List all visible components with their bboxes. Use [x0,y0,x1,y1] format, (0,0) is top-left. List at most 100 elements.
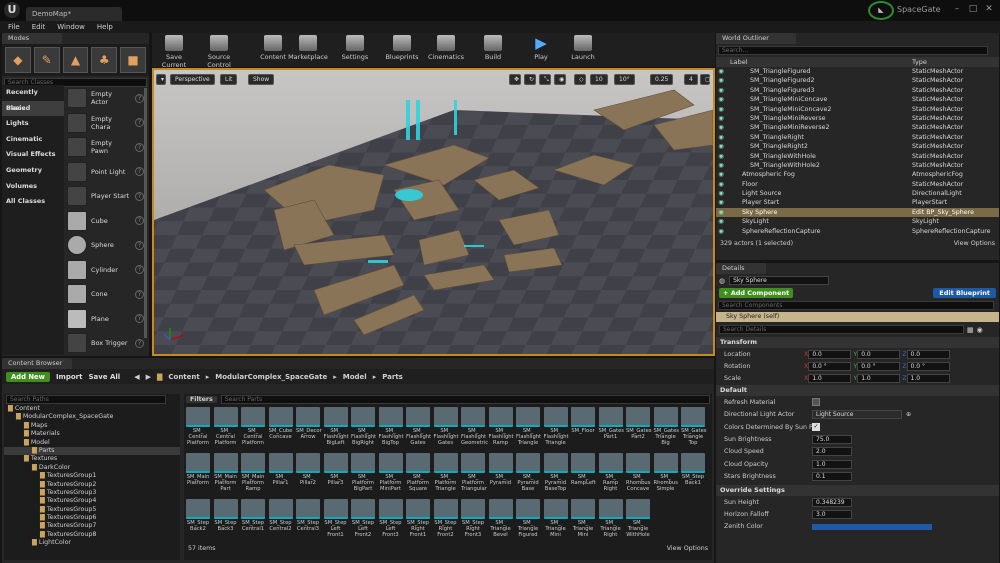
marketplace-button[interactable]: Marketplace [288,35,328,61]
asset-tile[interactable]: SM_Step Right Front1 [406,499,430,538]
asset-tile[interactable]: SM_Step Central2 [268,499,293,537]
folder-item[interactable]: ▇ LightColor [4,539,180,547]
rotation-y-field[interactable]: 0.0 ° [857,362,901,372]
world-outliner-tab[interactable]: World Outliner [716,33,796,44]
help-icon[interactable]: ? [135,314,144,324]
outliner-row[interactable]: ◉ Light Source DirectionalLight [716,189,999,198]
outliner-row[interactable]: ◉ SM_TriangleFigured3 StaticMeshActor [716,86,999,95]
outliner-view-options[interactable]: View Options [954,240,995,247]
eye-icon[interactable]: ◉ [716,217,726,226]
outliner-row[interactable]: ◉ Player Start PlayerStart [716,198,999,207]
location-y-field[interactable]: 0.0 [857,349,901,359]
breadcrumb-modularcomplex[interactable]: ModularComplex_SpaceGate [215,373,327,381]
asset-tile[interactable]: SM_ Central Platform [241,407,265,446]
actor-item[interactable]: Cube? [67,209,145,234]
type-column-header[interactable]: Type [912,58,927,66]
asset-tile[interactable]: SM_ Triangle Mini [571,499,595,538]
source-control-status-icon[interactable]: ◣ [868,1,894,20]
sun-brightness-field[interactable]: 75.0 [812,435,852,445]
eye-icon[interactable]: ◉ [716,105,726,114]
asset-tile[interactable]: SM_ Pillar1 [268,453,293,491]
asset-tile[interactable]: SM_ Flashlight Triangle [543,407,569,446]
picker-icon[interactable]: ⊕ [906,411,911,418]
launch-button[interactable]: Launch [568,35,598,61]
play-button[interactable]: ▶ Play [528,35,554,61]
asset-tile[interactable]: SM_ Flashlight BigLeft [323,407,349,446]
eye-icon[interactable]: ◉ [977,326,983,334]
zenith-color-swatch[interactable] [812,523,932,530]
asset-tile[interactable]: SM_Step Central3 [296,499,320,537]
asset-tile[interactable]: SM_ Platform Triangle [433,453,458,492]
actor-item[interactable]: Empty Pawn? [67,135,145,160]
asset-tile[interactable]: SM_ Flashlight Triangle [516,407,541,446]
outliner-row[interactable]: ◉ SM_TriangleRight StaticMeshActor [716,133,999,142]
asset-tile[interactable]: SM_ Flashlight Geometric [461,407,488,446]
asset-tile[interactable]: SM_ Triangle Right [598,499,623,538]
eye-icon[interactable]: ◉ [716,95,726,104]
asset-tile[interactable]: SM_ Triangle WithHole [626,499,650,538]
actor-item[interactable]: Empty Actor? [67,86,145,111]
asset-tile[interactable]: SM_ Flashlight Gates [406,407,431,446]
details-tab[interactable]: Details [716,263,766,274]
outliner-row[interactable]: ◉ SM_TriangleMiniConcave2 StaticMeshActor [716,105,999,114]
rotate-icon[interactable]: ↻ [524,74,536,85]
location-x-field[interactable]: 0.0 [808,349,852,359]
stars-brightness-field[interactable]: 0.1 [812,472,852,482]
place-mode-icon[interactable]: ◆ [5,47,31,73]
help-icon[interactable]: ? [135,142,144,152]
outliner-row[interactable]: ◉ Floor StaticMeshActor [716,180,999,189]
viewport-options-button[interactable]: ▾ [156,74,166,85]
asset-tile[interactable]: SM_Floor [571,407,595,445]
save-all-button[interactable]: Save All [88,373,120,381]
outliner-search-input[interactable]: Search... [718,46,988,55]
asset-tile[interactable]: SM_Cube Concave [268,407,293,445]
cloud-speed-field[interactable]: 2.0 [812,447,852,457]
menu-edit[interactable]: Edit [32,23,46,31]
actor-item[interactable]: Player Start? [67,184,145,209]
horizon-falloff-field[interactable]: 3.0 [812,509,852,519]
help-icon[interactable]: ? [135,191,144,201]
world-local-icon[interactable]: ◉ [554,74,566,85]
level-tab[interactable]: DemoMap* [26,7,122,21]
show-button[interactable]: Show [248,74,275,85]
category-all-classes[interactable]: All Classes [2,194,64,210]
scale-icon[interactable]: ⤡ [539,74,551,85]
asset-tile[interactable]: SM_ Pyramid BaseTop [543,453,568,492]
asset-tile[interactable]: SM_Step Right Front3 [461,499,485,538]
folder-item[interactable]: ▇ Content [4,405,180,413]
help-icon[interactable]: ? [135,338,144,348]
asset-tile[interactable]: SM_ Rhombus Simple [653,453,678,492]
forward-icon[interactable]: ▶ [146,373,151,381]
directional-light-dropdown[interactable]: Light Source [812,410,902,420]
lit-mode-button[interactable]: Lit [220,74,238,85]
asset-tile[interactable]: SM_Main Platform Part [213,453,238,492]
asset-tile[interactable]: SM_Step Right Front2 [433,499,458,538]
eye-icon[interactable]: ◉ [716,123,726,132]
outliner-row[interactable]: ◉ SM_TriangleMiniConcave StaticMeshActor [716,95,999,104]
import-button[interactable]: Import [56,373,83,381]
scale-snap-value[interactable]: 0.25 [650,74,674,85]
outliner-row[interactable]: ◉ SM_TriangleWithHole StaticMeshActor [716,152,999,161]
geometry-mode-icon[interactable]: ■ [120,47,146,73]
eye-icon[interactable]: ◉ [716,227,726,236]
asset-tile[interactable]: SM_Step Left Front2 [351,499,375,538]
folder-item[interactable]: ▇ Model [4,439,180,447]
asset-tile[interactable]: SM_ Platform MiniPart [378,453,403,492]
help-icon[interactable]: ? [135,289,144,299]
minimize-icon[interactable]: – [950,3,964,15]
scale-z-field[interactable]: 1.0 [906,374,950,384]
folder-item[interactable]: ▇ DarkColor [4,464,180,472]
foliage-mode-icon[interactable]: ♣ [91,47,118,73]
asset-tile[interactable]: SM_ Pyramid Base [516,453,540,492]
asset-tile[interactable]: SM_ Central Platform [186,407,210,446]
actor-name-field[interactable]: Sky Sphere [729,276,830,285]
asset-tile[interactable]: SM_ Triangle Bevel [488,499,513,538]
scale-x-field[interactable]: 1.0 [808,374,852,384]
eye-icon[interactable]: ◉ [716,67,726,76]
eye-icon[interactable]: ◉ [716,208,726,217]
search-parts-input[interactable]: Search Parts [220,395,710,404]
asset-tile[interactable]: SM_ Flashlight Ramp [488,407,514,446]
save-current-button[interactable]: Save Current [154,35,194,69]
asset-tile[interactable]: SM_ Triangle Figured [516,499,540,538]
modes-scrollbar[interactable] [144,88,147,338]
